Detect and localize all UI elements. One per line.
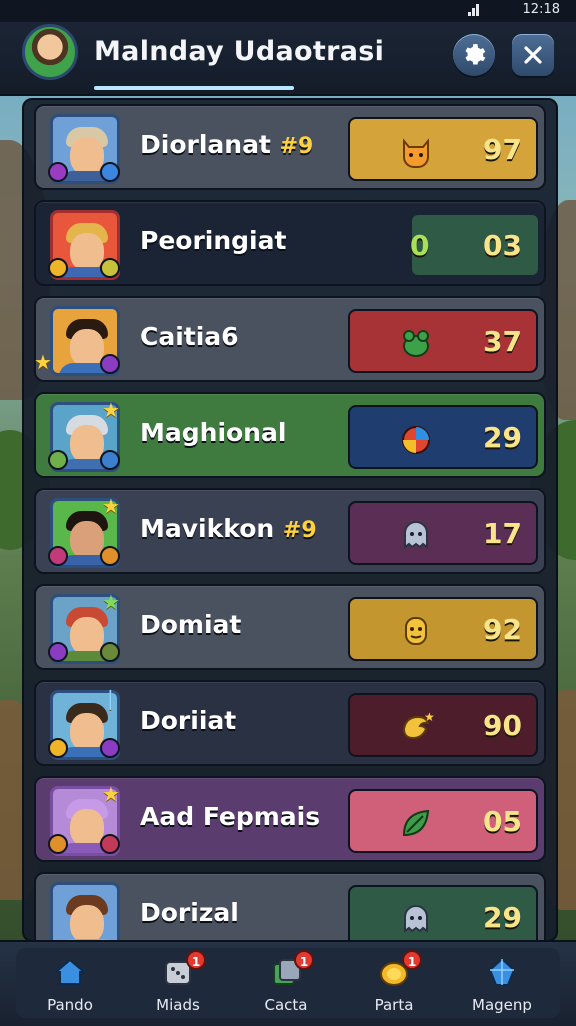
notification-badge: 1 — [294, 950, 314, 970]
player-score: 37 — [483, 325, 522, 358]
crystal-icon — [488, 957, 516, 986]
player-name: Diorlanat #9 — [140, 130, 314, 159]
score-box: 05 — [348, 789, 538, 853]
timer-badge-icon — [48, 834, 68, 854]
signal-icon — [468, 4, 480, 16]
leaderboard-row[interactable]: ★ Aad Fepmais 05 — [34, 776, 546, 862]
clock-badge-icon — [48, 450, 68, 470]
notification-badge: 1 — [402, 950, 422, 970]
star-icon: ★ — [102, 494, 120, 518]
player-score: 29 — [483, 421, 522, 454]
tab-home[interactable]: Pando — [16, 948, 124, 1018]
player-score: 03 — [483, 229, 522, 262]
page-title: Malnday Udaotrasi — [94, 36, 385, 67]
score-box: 97 — [348, 117, 538, 181]
star-icon: ★ — [34, 350, 52, 374]
rank-badge-icon — [100, 738, 120, 758]
mask-icon — [405, 617, 427, 645]
gear-icon — [465, 44, 486, 65]
leaf-icon — [402, 809, 430, 837]
score-box: 29 — [348, 405, 538, 469]
title-underline — [94, 86, 294, 90]
score-box: 17 — [348, 501, 538, 565]
score-box: 29 — [348, 885, 538, 940]
close-button[interactable] — [512, 34, 554, 76]
player-score: 05 — [483, 805, 522, 838]
player-score: 97 — [483, 133, 522, 166]
star-icon: ★ — [102, 782, 120, 806]
home-icon — [53, 958, 87, 985]
leaderboard-row[interactable]: ★ Mavikkon #9 17 — [34, 488, 546, 574]
star-badge-icon — [100, 258, 120, 278]
star-badge-icon — [48, 258, 68, 278]
coin-badge-icon — [100, 546, 120, 566]
top-bar: Malnday Udaotrasi — [0, 22, 576, 96]
player-name: Mavikkon #9 — [140, 514, 317, 543]
score-box: 0 03 — [348, 213, 538, 277]
coin-badge-icon — [100, 642, 120, 662]
player-score: 29 — [483, 901, 522, 934]
star-badge-icon — [48, 738, 68, 758]
clock-badge-icon — [100, 450, 120, 470]
heart-badge-icon — [48, 546, 68, 566]
heart-badge-icon — [100, 162, 120, 182]
leaderboard-row[interactable]: ❘ Doriiat ★ 90 — [34, 680, 546, 766]
player-name: Aad Fepmais — [140, 802, 321, 831]
player-avatar[interactable] — [22, 24, 78, 80]
player-score-left: 0 — [410, 229, 430, 262]
frog-pet-icon — [403, 330, 429, 357]
player-name: Doriiat — [140, 706, 237, 735]
tab-magenp[interactable]: Magenp — [448, 948, 556, 1018]
bird-pet-icon: ★ — [402, 710, 434, 740]
rank-badge-icon — [48, 642, 68, 662]
player-score: 17 — [483, 517, 522, 550]
score-box: ★ 90 — [348, 693, 538, 757]
score-box: 37 — [348, 309, 538, 373]
leaderboard-row[interactable]: ★ Domiat 92 — [34, 584, 546, 670]
ghost-pet-icon — [404, 905, 428, 933]
status-bar: 12:18 — [0, 0, 576, 22]
player-name: Maghional — [140, 418, 287, 447]
status-time: 12:18 — [522, 2, 560, 17]
player-name: Domiat — [140, 610, 242, 639]
notification-badge: 1 — [186, 950, 206, 970]
tab-parta[interactable]: 1 Parta — [340, 948, 448, 1018]
close-icon — [524, 46, 542, 64]
leaderboard-row[interactable]: Peoringiat 0 03 — [34, 200, 546, 286]
star-icon: ★ — [102, 398, 120, 422]
bottom-nav: Pando 1 Miads 1 Cacta 1 Parta Magenp — [0, 940, 576, 1026]
leaderboard-row[interactable]: ★ Maghional 29 — [34, 392, 546, 478]
leaderboard-row[interactable]: ★ Caitia6 37 — [34, 296, 546, 382]
player-name: Peoringiat — [140, 226, 287, 255]
ghost-pet-icon — [404, 521, 428, 549]
heart-badge-icon — [100, 834, 120, 854]
player-portrait — [50, 882, 120, 940]
player-name: Dorizal — [140, 898, 239, 927]
tab-cacta[interactable]: 1 Cacta — [232, 948, 340, 1018]
orb-icon — [402, 426, 430, 454]
player-score: 90 — [483, 709, 522, 742]
settings-button[interactable] — [453, 34, 495, 76]
player-score: 92 — [483, 613, 522, 646]
player-name: Caitia6 — [140, 322, 239, 351]
star-icon: ★ — [102, 590, 120, 614]
cat-pet-icon — [403, 138, 429, 168]
feather-icon: ❘ — [102, 686, 119, 710]
rank-badge-icon — [48, 162, 68, 182]
tab-miads[interactable]: 1 Miads — [124, 948, 232, 1018]
svg-text:★: ★ — [424, 710, 434, 724]
rank-badge-icon — [100, 354, 120, 374]
leaderboard-panel: Diorlanat #9 97 Peoringiat 0 03 ★ Caitia… — [22, 98, 558, 942]
score-box: 92 — [348, 597, 538, 661]
leaderboard-row[interactable]: Diorlanat #9 97 — [34, 104, 546, 190]
leaderboard-row[interactable]: Dorizal 29 — [34, 872, 546, 940]
